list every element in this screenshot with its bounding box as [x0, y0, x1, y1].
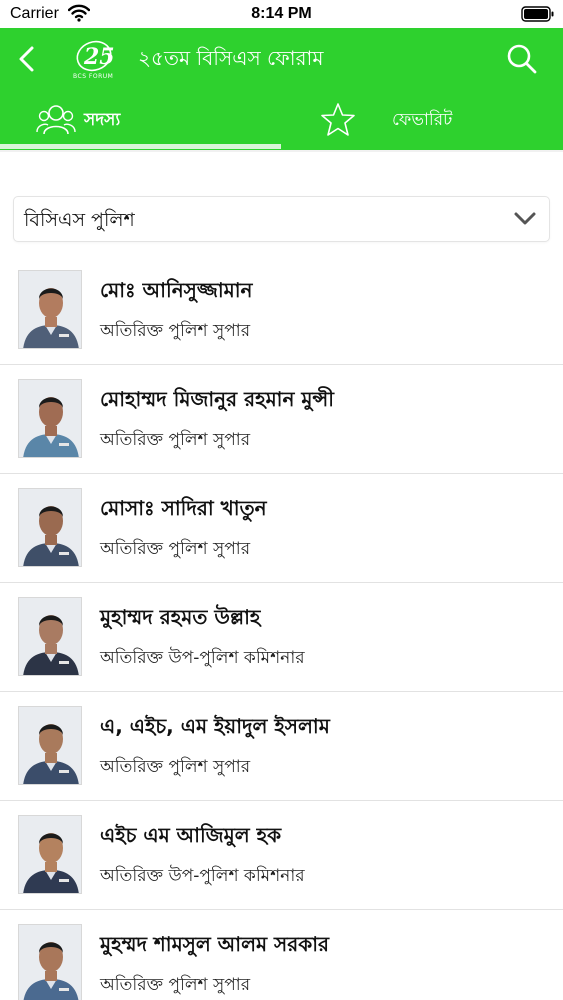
- member-row[interactable]: এ, এইচ, এম ইয়াদুল ইসলাম অতিরিক্ত পুলিশ স…: [0, 692, 563, 801]
- member-designation: অতিরিক্ত পুলিশ সুপার: [100, 539, 251, 559]
- clock: 8:14 PM: [251, 5, 312, 22]
- member-designation: অতিরিক্ত উপ-পুলিশ কমিশনার: [100, 866, 305, 886]
- member-designation: অতিরিক্ত পুলিশ সুপার: [100, 430, 251, 450]
- tab-favorites-label: ফেভারিট: [392, 110, 453, 130]
- member-name: এ, এইচ, এম ইয়াদুল ইসলাম: [100, 714, 330, 738]
- search-icon: [507, 44, 537, 74]
- cadre-filter-dropdown[interactable]: বিসিএস পুলিশ: [13, 196, 550, 242]
- member-name: মোঃ আনিসুজ্জামান: [100, 278, 253, 302]
- dropdown-selected-value: বিসিএস পুলিশ: [24, 209, 135, 231]
- member-designation: অতিরিক্ত উপ-পুলিশ কমিশনার: [100, 648, 305, 668]
- search-button[interactable]: [505, 42, 539, 76]
- app-header: 25 BCS FORUM ২৫তম বিসিএস ফোরাম: [0, 28, 563, 90]
- member-designation: অতিরিক্ত পুলিশ সুপার: [100, 757, 251, 777]
- status-bar: Carrier 8:14 PM: [0, 0, 563, 28]
- tab-divider: [0, 150, 563, 152]
- tab-bar: সদস্য ফেভারিট: [0, 90, 563, 150]
- member-row[interactable]: এইচ এম আজিমুল হক অতিরিক্ত উপ-পুলিশ কমিশনা…: [0, 801, 563, 910]
- battery-icon: [521, 6, 555, 26]
- svg-text:25: 25: [83, 44, 115, 70]
- page-title: ২৫তম বিসিএস ফোরাম: [138, 46, 324, 70]
- app-logo: 25 BCS FORUM: [70, 38, 126, 80]
- tab-members[interactable]: সদস্য: [0, 90, 281, 150]
- member-row[interactable]: মোঃ আনিসুজ্জামান অতিরিক্ত পুলিশ সুপার: [0, 256, 563, 365]
- member-photo: [18, 924, 82, 1000]
- member-designation: অতিরিক্ত পুলিশ সুপার: [100, 321, 251, 341]
- member-row[interactable]: মোহাম্মদ মিজানুর রহমান মুন্সী অতিরিক্ত পু…: [0, 365, 563, 474]
- member-photo: [18, 270, 82, 349]
- member-name: মুহাম্মদ রহমত উল্লাহ: [100, 605, 261, 629]
- tab-members-label: সদস্য: [84, 110, 121, 130]
- back-button[interactable]: [12, 40, 44, 78]
- member-name: এইচ এম আজিমুল হক: [100, 823, 282, 847]
- member-photo: [18, 379, 82, 458]
- chevron-down-icon: [513, 211, 537, 231]
- member-row[interactable]: মুহাম্মদ রহমত উল্লাহ অতিরিক্ত উপ-পুলিশ কম…: [0, 583, 563, 692]
- member-row[interactable]: মুহম্মদ শামসুল আলম সরকার অতিরিক্ত পুলিশ স…: [0, 910, 563, 1000]
- svg-text:BCS FORUM: BCS FORUM: [73, 73, 113, 80]
- member-name: মুহম্মদ শামসুল আলম সরকার: [100, 932, 330, 956]
- star-icon: [320, 102, 356, 142]
- member-designation: অতিরিক্ত পুলিশ সুপার: [100, 975, 251, 995]
- member-photo: [18, 815, 82, 894]
- member-name: মোসাঃ সাদিরা খাতুন: [100, 496, 267, 520]
- member-photo: [18, 488, 82, 567]
- active-tab-indicator: [0, 144, 281, 149]
- member-photo: [18, 706, 82, 785]
- tab-favorites[interactable]: ফেভারিট: [282, 90, 563, 150]
- member-row[interactable]: মোসাঃ সাদিরা খাতুন অতিরিক্ত পুলিশ সুপার: [0, 474, 563, 583]
- member-photo: [18, 597, 82, 676]
- member-name: মোহাম্মদ মিজানুর রহমান মুন্সী: [100, 387, 334, 411]
- chevron-left-icon: [19, 46, 34, 72]
- members-icon: [36, 102, 76, 142]
